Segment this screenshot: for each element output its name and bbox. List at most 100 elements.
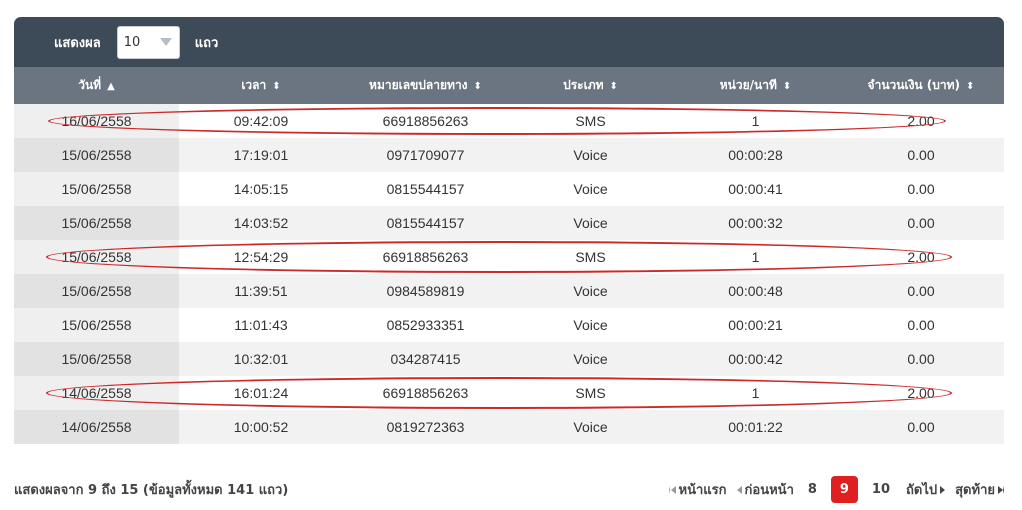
table-row: 15/06/2558 11:39:51 0984589819 Voice 00:00:4…	[14, 274, 1004, 308]
cell-unit: 00:00:28	[673, 138, 838, 172]
cell-unit: 00:00:41	[673, 172, 838, 206]
cell-number: 66918856263	[343, 104, 508, 138]
cell-date: 15/06/2558	[14, 274, 179, 308]
table-row: 15/06/2558 11:01:43 0852933351 Voice 00:00:2…	[14, 308, 1004, 342]
cell-time: 14:05:15	[179, 172, 343, 206]
cell-type: Voice	[508, 410, 673, 444]
cell-time: 17:19:01	[179, 138, 343, 172]
cell-date: 15/06/2558	[14, 308, 179, 342]
cell-unit: 00:00:48	[673, 274, 838, 308]
sort-icon: ⬍	[966, 81, 975, 92]
cell-type: Voice	[508, 308, 673, 342]
column-header-destination[interactable]: หมายเลขปลายทาง ⬍	[343, 67, 508, 104]
cell-amount: 0.00	[838, 206, 1004, 240]
column-header-time[interactable]: เวลา ⬍	[179, 67, 343, 104]
cell-date: 15/06/2558	[14, 138, 179, 172]
cell-time: 10:32:01	[179, 342, 343, 376]
sort-icon: ⬍	[272, 81, 281, 92]
table-row: 15/06/2558 12:54:29 66918856263 SMS 1 2.00	[14, 240, 1004, 274]
cell-type: Voice	[508, 342, 673, 376]
cell-type: Voice	[508, 172, 673, 206]
cell-number: 66918856263	[343, 376, 508, 410]
cell-date: 16/06/2558	[14, 104, 179, 138]
sort-asc-icon: ▲	[107, 81, 115, 92]
pagination-info: แสดงผลจาก 9 ถึง 15 (ข้อมูลทั้งหมด 141 แถ…	[14, 483, 289, 498]
page-size-value: 10	[123, 34, 141, 50]
cell-type: Voice	[508, 274, 673, 308]
cell-time: 11:39:51	[179, 274, 343, 308]
cell-amount: 0.00	[838, 410, 1004, 444]
table-row: 14/06/2558 10:00:52 0819272363 Voice 00:01:2…	[14, 410, 1004, 444]
cell-number: 0852933351	[343, 308, 508, 342]
cell-unit: 1	[673, 240, 838, 274]
rows-label: แถว	[194, 35, 219, 51]
first-page-link[interactable]: หน้าแรก	[668, 479, 727, 500]
cell-unit: 00:00:32	[673, 206, 838, 240]
cell-time: 16:01:24	[179, 376, 343, 410]
cell-amount: 2.00	[838, 376, 1004, 410]
chevron-down-icon	[159, 38, 172, 46]
cell-unit: 00:01:22	[673, 410, 838, 444]
last-page-link[interactable]: สุดท้าย	[955, 479, 1004, 500]
cell-time: 10:00:52	[179, 410, 343, 444]
cell-time: 14:03:52	[179, 206, 343, 240]
column-header-amount[interactable]: จำนวนเงิน (บาท) ⬍	[838, 67, 1004, 104]
table-row: 15/06/2558 17:19:01 0971709077 Voice 00:00:2…	[14, 138, 1004, 172]
sort-icon: ⬍	[473, 81, 482, 92]
table-row: 16/06/2558 09:42:09 66918856263 SMS 1 2.00	[14, 104, 1004, 138]
cell-number: 0815544157	[343, 206, 508, 240]
next-page-icon	[940, 485, 946, 494]
prev-page-link[interactable]: ก่อนหน้า	[736, 479, 794, 500]
cell-date: 14/06/2558	[14, 376, 179, 410]
cell-number: 034287415	[343, 342, 508, 376]
cell-type: SMS	[508, 104, 673, 138]
table-row: 14/06/2558 16:01:24 66918856263 SMS 1 2.00	[14, 376, 1004, 410]
cell-unit: 00:00:42	[673, 342, 838, 376]
cell-amount: 0.00	[838, 274, 1004, 308]
cell-date: 15/06/2558	[14, 240, 179, 274]
page-link[interactable]: 10	[872, 482, 890, 497]
cell-amount: 0.00	[838, 138, 1004, 172]
cell-number: 66918856263	[343, 240, 508, 274]
cell-type: SMS	[508, 240, 673, 274]
cell-type: Voice	[508, 206, 673, 240]
cell-date: 15/06/2558	[14, 172, 179, 206]
cell-number: 0984589819	[343, 274, 508, 308]
cell-number: 0819272363	[343, 410, 508, 444]
cell-date: 15/06/2558	[14, 206, 179, 240]
table-row: 15/06/2558 10:32:01 034287415 Voice 00:00:42…	[14, 342, 1004, 376]
cell-time: 09:42:09	[179, 104, 343, 138]
prev-page-icon	[736, 485, 742, 494]
next-page-link[interactable]: ถัดไป	[906, 479, 946, 500]
current-page[interactable]: 9	[830, 476, 858, 503]
cell-number: 0815544157	[343, 172, 508, 206]
cell-time: 12:54:29	[179, 240, 343, 274]
show-label: แสดงผล	[54, 35, 101, 51]
table-toolbar: แสดงผล 10 แถว	[14, 17, 1004, 67]
cell-amount: 2.00	[838, 240, 1004, 274]
column-header-type[interactable]: ประเภท ⬍	[508, 67, 673, 104]
cell-unit: 1	[673, 104, 838, 138]
call-history-table: วันที่ ▲ เวลา ⬍ หมายเลขปลายทาง ⬍ ประเภท ⬍ หน…	[14, 67, 1004, 444]
cell-amount: 0.00	[838, 342, 1004, 376]
last-page-icon	[998, 485, 1004, 494]
table-row: 15/06/2558 14:03:52 0815544157 Voice 00:00:3…	[14, 206, 1004, 240]
first-page-icon	[668, 485, 676, 494]
column-header-date[interactable]: วันที่ ▲	[14, 67, 179, 104]
cell-time: 11:01:43	[179, 308, 343, 342]
pagination: หน้าแรก ก่อนหน้า 8 9 10 ถัดไป สุดท้าย	[659, 476, 1004, 503]
cell-date: 15/06/2558	[14, 342, 179, 376]
page-link[interactable]: 8	[808, 482, 817, 497]
cell-unit: 1	[673, 376, 838, 410]
cell-amount: 0.00	[838, 172, 1004, 206]
page-size-select[interactable]: 10	[116, 25, 180, 59]
cell-unit: 00:00:21	[673, 308, 838, 342]
cell-amount: 0.00	[838, 308, 1004, 342]
column-header-unit[interactable]: หน่วย/นาที ⬍	[673, 67, 838, 104]
sort-icon: ⬍	[782, 81, 792, 92]
cell-amount: 2.00	[838, 104, 1004, 138]
cell-number: 0971709077	[343, 138, 508, 172]
table-row: 15/06/2558 14:05:15 0815544157 Voice 00:00:4…	[14, 172, 1004, 206]
sort-icon: ⬍	[609, 81, 618, 92]
cell-type: Voice	[508, 138, 673, 172]
